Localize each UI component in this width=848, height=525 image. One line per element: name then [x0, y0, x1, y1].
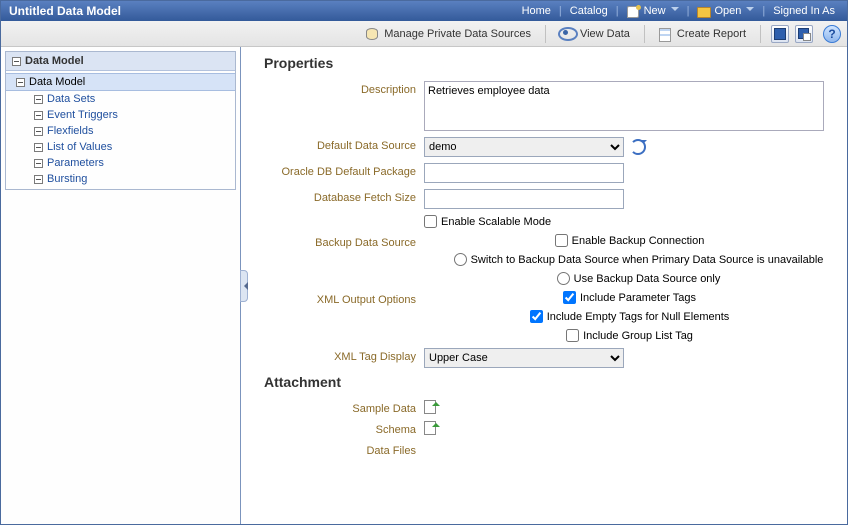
upload-icon[interactable] [424, 421, 438, 433]
include-group-list-tag-checkbox[interactable] [566, 329, 579, 342]
sidebar-header: Data Model [6, 52, 235, 71]
collapse-icon[interactable] [12, 57, 21, 66]
switch-to-backup-radio[interactable] [454, 253, 467, 266]
oracle-db-package-label: Oracle DB Default Package [264, 163, 424, 178]
help-button[interactable]: ? [823, 25, 841, 43]
default-data-source-label: Default Data Source [264, 137, 424, 152]
chevron-down-icon [671, 7, 679, 15]
collapse-sidebar-button[interactable] [240, 270, 248, 302]
refresh-icon[interactable] [630, 139, 646, 155]
xml-tag-display-select[interactable]: Upper Case [424, 348, 624, 368]
database-icon [366, 28, 380, 40]
description-field[interactable]: Retrieves employee data [424, 81, 824, 131]
description-label: Description [264, 81, 424, 96]
tree-bursting[interactable]: Bursting [6, 171, 235, 187]
save-as-button[interactable] [795, 25, 813, 43]
new-icon [627, 5, 641, 17]
attachment-title: Attachment [264, 374, 835, 390]
new-menu[interactable]: New [623, 5, 683, 17]
collapse-icon[interactable] [34, 159, 43, 168]
properties-title: Properties [264, 55, 835, 71]
database-fetch-size-field[interactable] [424, 189, 624, 209]
collapse-icon[interactable] [34, 175, 43, 184]
backup-data-source-label: Backup Data Source [264, 234, 424, 249]
manage-private-data-sources-button[interactable]: Manage Private Data Sources [362, 26, 535, 42]
default-data-source-select[interactable]: demo [424, 137, 624, 157]
open-menu[interactable]: Open [693, 5, 758, 17]
page-title: Untitled Data Model [9, 4, 518, 18]
use-backup-only-radio[interactable] [557, 272, 570, 285]
signed-in-as-link[interactable]: Signed In As [769, 5, 839, 17]
collapse-icon[interactable] [34, 95, 43, 104]
save-icon [774, 28, 786, 40]
create-report-button[interactable]: Create Report [655, 26, 750, 42]
chevron-down-icon [746, 7, 754, 15]
upload-icon[interactable] [424, 400, 438, 412]
xml-tag-display-label: XML Tag Display [264, 348, 424, 363]
tree-list-of-values[interactable]: List of Values [6, 139, 235, 155]
toolbar: Manage Private Data Sources View Data Cr… [1, 21, 847, 47]
catalog-link[interactable]: Catalog [566, 5, 612, 17]
collapse-icon[interactable] [34, 127, 43, 136]
folder-icon [697, 5, 711, 17]
enable-backup-connection-checkbox[interactable] [555, 234, 568, 247]
database-fetch-size-label: Database Fetch Size [264, 189, 424, 204]
collapse-icon[interactable] [34, 143, 43, 152]
collapse-icon[interactable] [34, 111, 43, 120]
save-button[interactable] [771, 25, 789, 43]
report-icon [659, 28, 673, 40]
view-data-button[interactable]: View Data [556, 26, 634, 42]
open-label: Open [714, 5, 741, 17]
header-links: Home| Catalog| New | Open | Signed In As [518, 5, 839, 17]
tree-parameters[interactable]: Parameters [6, 155, 235, 171]
splitter [241, 47, 248, 524]
schema-label: Schema [264, 421, 424, 436]
new-label: New [644, 5, 666, 17]
tree-event-triggers[interactable]: Event Triggers [6, 107, 235, 123]
eye-icon [560, 29, 576, 39]
include-empty-tags-checkbox[interactable] [530, 310, 543, 323]
xml-output-options-label: XML Output Options [264, 291, 424, 306]
content-area: Properties Description Retrieves employe… [248, 47, 847, 524]
enable-scalable-mode-checkbox[interactable] [424, 215, 437, 228]
tree-flexfields[interactable]: Flexfields [6, 123, 235, 139]
title-bar: Untitled Data Model Home| Catalog| New |… [1, 1, 847, 21]
home-link[interactable]: Home [518, 5, 555, 17]
oracle-db-package-field[interactable] [424, 163, 624, 183]
include-parameter-tags-checkbox[interactable] [563, 291, 576, 304]
save-as-icon [798, 28, 810, 40]
data-files-label: Data Files [264, 442, 424, 457]
sidebar: Data Model Data Model Data Sets Event Tr… [1, 47, 241, 524]
sample-data-label: Sample Data [264, 400, 424, 415]
tree-data-sets[interactable]: Data Sets [6, 91, 235, 107]
collapse-icon[interactable] [16, 78, 25, 87]
tree-root-data-model[interactable]: Data Model [6, 73, 235, 91]
